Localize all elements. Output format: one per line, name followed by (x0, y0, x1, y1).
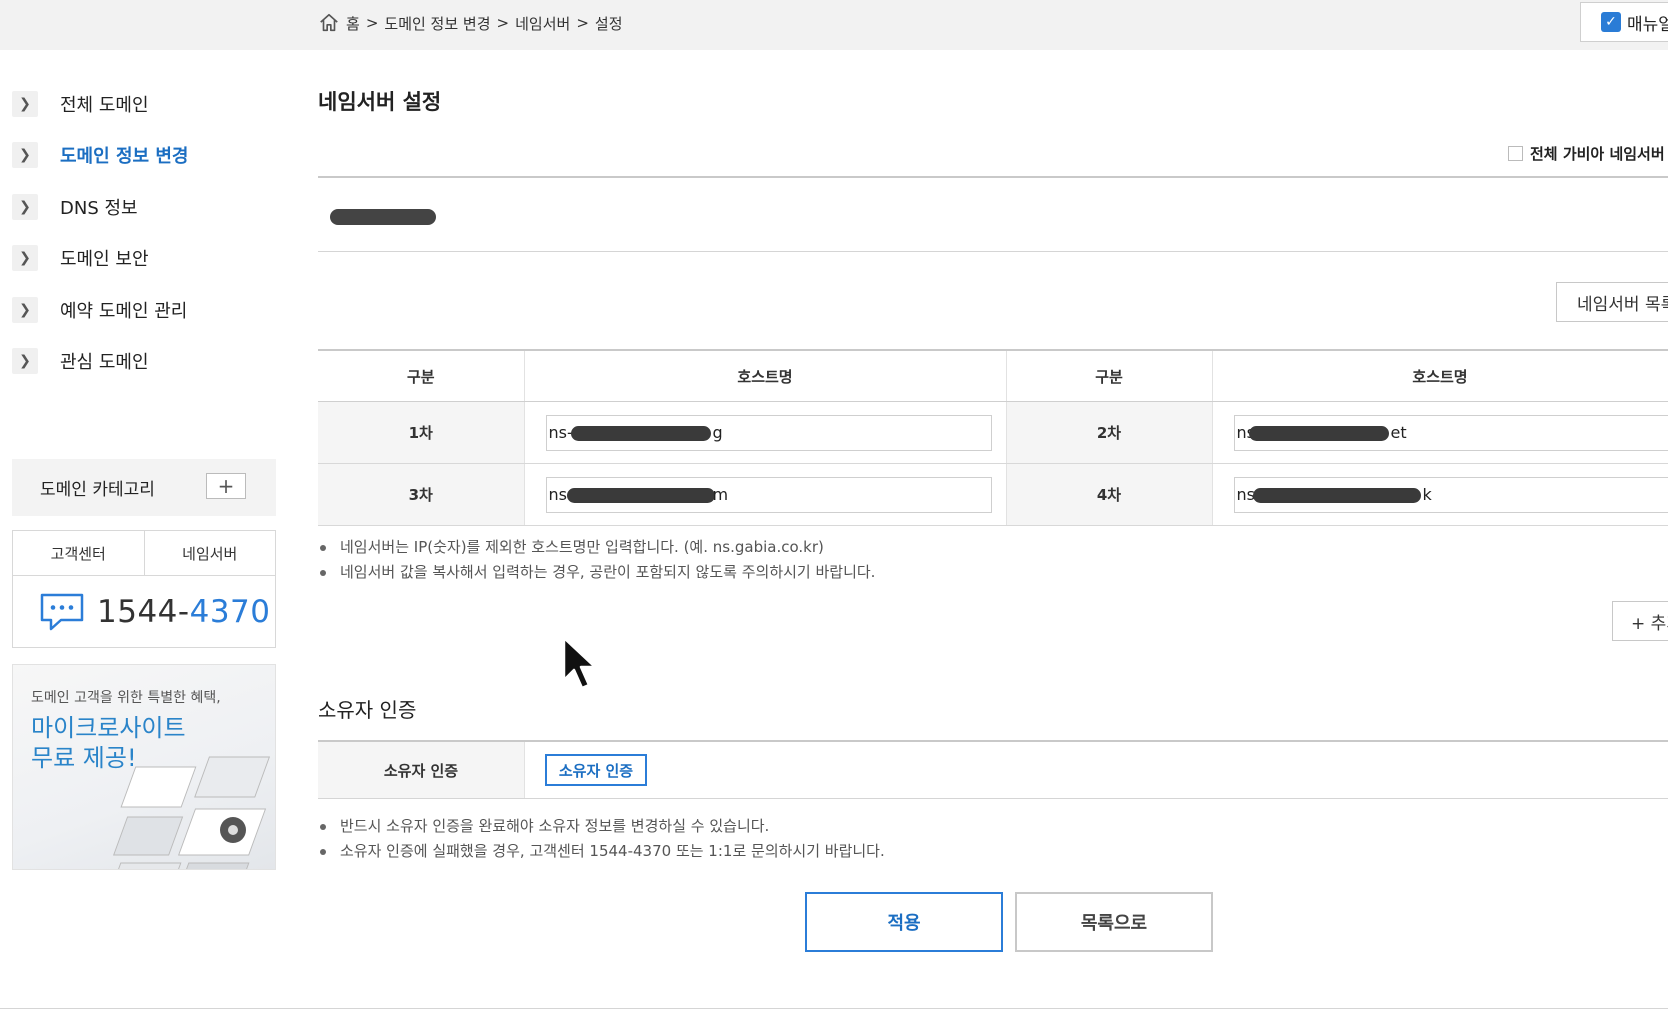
table-header-row: 구분 호스트명 구분 호스트명 (318, 351, 1668, 402)
nameserver-order-label: 1차 (318, 401, 525, 464)
column-header: 구분 (1006, 351, 1213, 402)
sidebar-item-dns[interactable]: ❯ DNS 정보 (12, 192, 138, 222)
tab-nameserver[interactable]: 네임서버 (143, 531, 276, 575)
redaction-mask (1248, 425, 1389, 441)
input-suffix: m (712, 485, 729, 504)
owner-auth-section-title: 소유자 인증 (318, 698, 417, 722)
owner-auth-row: 소유자 인증 소유자 인증 (318, 742, 1668, 799)
nameserver-4-input[interactable]: ns k (1233, 476, 1668, 513)
input-prefix: ns- (548, 423, 573, 442)
phone-suffix: 4370 (189, 594, 271, 630)
phone-number: 1544-4370 (97, 594, 271, 630)
all-gabia-nameserver-option[interactable]: 전체 가비아 네임서버 (1508, 143, 1665, 164)
home-icon[interactable] (318, 12, 340, 34)
promo-subtitle: 도메인 고객을 위한 특별한 혜택, (31, 690, 221, 706)
chevron-right-icon: ❯ (12, 245, 38, 271)
chevron-right-icon: ❯ (12, 91, 38, 117)
all-gabia-checkbox[interactable] (1508, 146, 1523, 161)
breadcrumb-separator: > (365, 14, 379, 32)
sidebar-item-label: 도메인 보안 (60, 249, 149, 270)
sidebar-item-favorites[interactable]: ❯ 관심 도메인 (12, 346, 149, 376)
note-item: 네임서버는 IP(숫자)를 제외한 호스트명만 입력합니다. (예. ns.ga… (320, 535, 875, 560)
chevron-right-icon: ❯ (12, 194, 38, 220)
microsite-promo-banner[interactable]: 도메인 고객을 위한 특별한 혜택, 마이크로사이트 무료 제공! (12, 664, 276, 870)
footer-divider (0, 1008, 1668, 1009)
breadcrumb-separator: > (576, 14, 589, 32)
phone-prefix: 1544- (97, 594, 190, 630)
domain-category-label: 도메인 카테고리 (40, 480, 155, 500)
table-row: 1차 ns- g 2차 ns et (318, 401, 1668, 464)
table-row: 3차 ns m 4차 ns k (318, 463, 1668, 526)
nameserver-order-label: 2차 (1006, 401, 1213, 464)
customer-center-box: 고객센터 네임서버 1544-4370 (12, 530, 276, 648)
manual-button-label: 매뉴얼 (1627, 14, 1668, 35)
all-gabia-label: 전체 가비아 네임서버 (1530, 145, 1665, 163)
owner-auth-label: 소유자 인증 (318, 742, 525, 798)
divider (318, 176, 1668, 178)
top-bar (0, 0, 1668, 50)
redaction-mask (566, 487, 715, 503)
redaction-mask (1252, 487, 1421, 503)
chevron-right-icon: ❯ (12, 297, 38, 323)
nameserver-notes: 네임서버는 IP(숫자)를 제외한 호스트명만 입력합니다. (예. ns.ga… (320, 535, 875, 585)
nameserver-2-input[interactable]: ns et (1233, 414, 1668, 451)
sidebar-item-domain-info[interactable]: ❯ 도메인 정보 변경 (12, 140, 188, 170)
input-suffix: g (712, 423, 723, 442)
mouse-cursor-icon (562, 636, 597, 690)
breadcrumb-item-domain-info[interactable]: 도메인 정보 변경 (384, 13, 490, 34)
apply-button[interactable]: 적용 (805, 892, 1003, 952)
owner-auth-notes: 반드시 소유자 인증을 완료해야 소유자 정보를 변경하실 수 있습니다. 소유… (320, 814, 885, 864)
nameserver-table: 구분 호스트명 구분 호스트명 1차 ns- g 2차 ns et 3차 ns (318, 351, 1668, 526)
chevron-right-icon: ❯ (12, 142, 38, 168)
customer-phone: 1544-4370 (13, 576, 275, 648)
sidebar-item-label: 관심 도메인 (60, 352, 149, 373)
nameserver-list-button[interactable]: 네임서버 목록 (1556, 282, 1668, 322)
column-header: 구분 (318, 351, 525, 402)
device-mockup-illustration (109, 756, 271, 869)
input-suffix: et (1390, 423, 1407, 442)
breadcrumb-item-settings: 설정 (594, 14, 623, 33)
breadcrumb-home[interactable]: 홈 (346, 13, 360, 34)
nameserver-1-input[interactable]: ns- g (545, 414, 992, 451)
chat-bubble-icon (40, 593, 84, 631)
check-icon: ✓ (1601, 12, 1621, 32)
chevron-right-icon: ❯ (12, 348, 38, 374)
note-item: 네임서버 값을 복사해서 입력하는 경우, 공란이 포함되지 않도록 주의하시기… (320, 560, 875, 585)
breadcrumb-item-nameserver[interactable]: 네임서버 (515, 13, 570, 34)
sidebar-item-label: 예약 도메인 관리 (60, 301, 188, 322)
add-nameserver-button[interactable]: + 추가 (1612, 601, 1668, 641)
owner-auth-button[interactable]: 소유자 인증 (545, 754, 647, 786)
column-header: 호스트명 (1212, 351, 1668, 402)
sidebar-item-label: 전체 도메인 (60, 95, 149, 116)
page-title: 네임서버 설정 (318, 90, 442, 114)
redaction-mask (570, 425, 711, 441)
note-item: 반드시 소유자 인증을 완료해야 소유자 정보를 변경하실 수 있습니다. (320, 814, 885, 839)
back-to-list-button[interactable]: 목록으로 (1015, 892, 1213, 952)
sidebar-item-label: DNS 정보 (60, 198, 138, 219)
input-suffix: k (1422, 485, 1432, 504)
domain-name-redacted (330, 209, 436, 225)
sidebar-item-security[interactable]: ❯ 도메인 보안 (12, 243, 149, 273)
column-header: 호스트명 (524, 351, 1007, 402)
sidebar-item-all-domains[interactable]: ❯ 전체 도메인 (12, 89, 149, 119)
manual-button[interactable]: ✓ 매뉴얼 (1580, 2, 1668, 42)
nameserver-3-input[interactable]: ns m (545, 476, 992, 513)
nameserver-order-label: 4차 (1006, 463, 1213, 526)
breadcrumb-separator: > (496, 14, 510, 32)
note-item: 소유자 인증에 실패했을 경우, 고객센터 1544-4370 또는 1:1로 … (320, 839, 885, 864)
nameserver-order-label: 3차 (318, 463, 525, 526)
add-category-button[interactable]: + (206, 473, 246, 499)
divider (318, 251, 1668, 252)
sidebar-item-reserved[interactable]: ❯ 예약 도메인 관리 (12, 295, 187, 325)
tab-customer-center[interactable]: 고객센터 (13, 531, 144, 575)
input-prefix: ns (548, 485, 567, 504)
breadcrumb: 홈 > 도메인 정보 변경 > 네임서버 > 설정 (318, 9, 623, 37)
domain-category: 도메인 카테고리 + (12, 459, 276, 516)
sidebar-item-label: 도메인 정보 변경 (60, 146, 189, 167)
